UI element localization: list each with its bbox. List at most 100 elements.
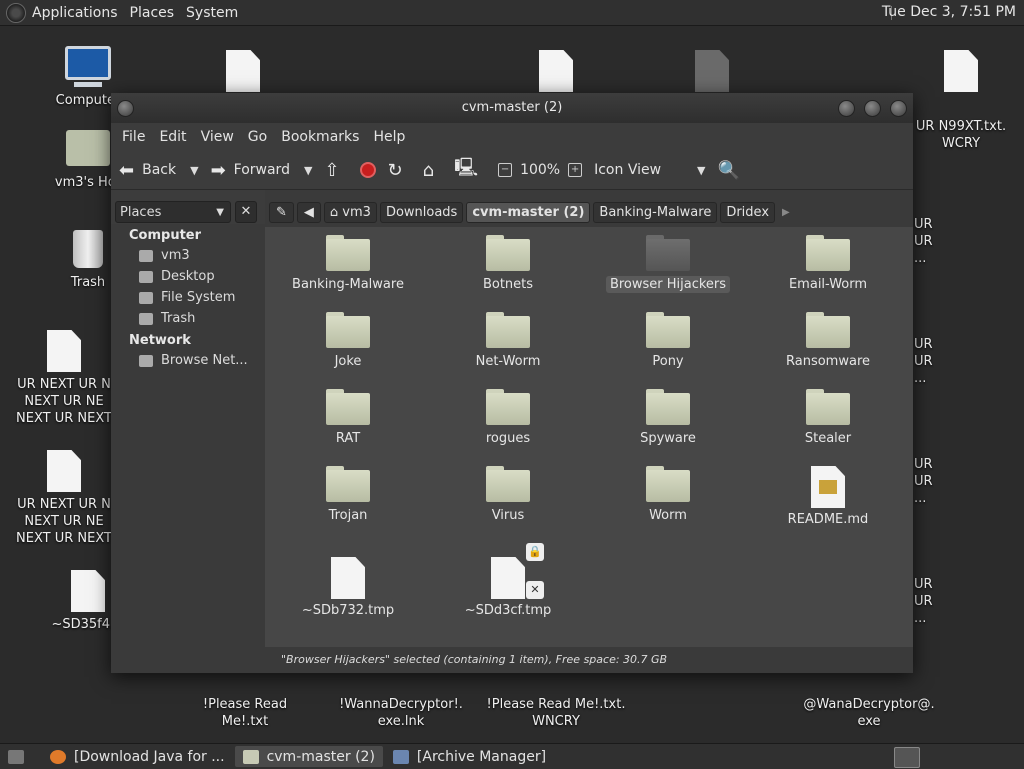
menu-help[interactable]: Help xyxy=(366,129,412,145)
menu-system[interactable]: System xyxy=(180,5,244,21)
breadcrumb-cvm-master[interactable]: cvm-master (2) xyxy=(466,201,591,223)
file-item-virus[interactable]: Virus xyxy=(433,466,583,523)
file-item-stealer[interactable]: Stealer xyxy=(753,389,903,446)
sidebar-item-trash[interactable]: Trash xyxy=(117,308,261,329)
desktop-note-2[interactable]: UR NEXT UR N NEXT UR NE NEXT UR NEXT xyxy=(14,450,114,547)
firefox-icon xyxy=(50,749,66,764)
taskbar-item-archive-manager[interactable]: [Archive Manager] xyxy=(385,746,554,767)
network-icon xyxy=(139,354,153,367)
desktop-right-file[interactable]: UR N99XT.txt. WCRY xyxy=(906,50,1016,152)
menu-edit[interactable]: Edit xyxy=(152,129,193,145)
minimize-button[interactable] xyxy=(838,100,855,117)
taskbar-item-file-manager[interactable]: cvm-master (2) xyxy=(234,746,383,767)
menu-places[interactable]: Places xyxy=(124,5,181,21)
sidebar-item-desktop[interactable]: Desktop xyxy=(117,266,261,287)
wannadecryptor-lnk-line-1: !WannaDecryptor!. xyxy=(339,697,463,712)
menu-file[interactable]: File xyxy=(115,129,152,145)
desktop-right-ur-1[interactable]: UR UR ... xyxy=(914,216,933,267)
toolbar: ⬅ Back ▼ ➡ Forward ▼ ⇧ ↻ ⌂ 🖳 − 100% + Ic… xyxy=(111,151,913,190)
breadcrumb-dridex[interactable]: Dridex xyxy=(720,201,776,223)
back-button[interactable]: ⬅ Back ▼ xyxy=(119,160,199,181)
up-button[interactable]: ⇧ xyxy=(324,160,347,181)
edit-location-button[interactable]: ✎ xyxy=(269,201,294,223)
breadcrumb-banking-malware[interactable]: Banking-Malware xyxy=(593,201,718,223)
file-item-joke[interactable]: Joke xyxy=(273,312,423,369)
file-item-email-worm[interactable]: Email-Worm xyxy=(753,235,903,292)
workspace-switcher[interactable] xyxy=(894,747,920,768)
view-mode-select[interactable]: Icon View ▼ xyxy=(594,162,705,178)
file-item-trojan[interactable]: Trojan xyxy=(273,466,423,523)
menu-go[interactable]: Go xyxy=(241,129,274,145)
file-item-readme-md[interactable]: README.md xyxy=(753,466,903,527)
file-item-banking-malware[interactable]: Banking-Malware xyxy=(273,235,423,292)
file-icon-view[interactable]: Banking-Malware Botnets Browser Hijackers E… xyxy=(265,227,913,647)
breadcrumb-scroll-right-icon[interactable]: ▶ xyxy=(782,207,790,218)
home-button[interactable]: ⌂ xyxy=(423,160,442,181)
menu-applications[interactable]: Applications xyxy=(26,5,124,21)
wannadecryptor-lnk-line-2: exe.lnk xyxy=(377,714,425,729)
sidebar-item-vm3[interactable]: vm3 xyxy=(117,245,261,266)
file-item-net-worm[interactable]: Net-Worm xyxy=(433,312,583,369)
forward-history-dropdown-icon[interactable]: ▼ xyxy=(304,164,312,177)
sidebar-item-browse-network[interactable]: Browse Net... xyxy=(117,350,261,371)
reload-button[interactable]: ↻ xyxy=(388,160,411,181)
file-item-label: Pony xyxy=(652,354,684,369)
folder-icon xyxy=(326,389,370,425)
file-item-sdd3cf-tmp[interactable]: 🔒 ✕ ~SDd3cf.tmp xyxy=(433,543,583,618)
breadcrumb-scroll-left-button[interactable]: ◀ xyxy=(296,201,321,223)
right-file-line-2: WCRY xyxy=(941,136,981,151)
file-item-worm[interactable]: Worm xyxy=(593,466,743,523)
desktop-right-ur-3[interactable]: UR UR ... xyxy=(914,456,933,507)
file-item-botnets[interactable]: Botnets xyxy=(433,235,583,292)
desktop-file-top-1[interactable] xyxy=(226,50,260,92)
menu-view[interactable]: View xyxy=(194,129,241,145)
note-1-line-1: UR NEXT UR N xyxy=(17,377,111,392)
zoom-in-icon[interactable]: + xyxy=(568,163,583,177)
window-titlebar[interactable]: cvm-master (2) xyxy=(111,93,913,123)
back-history-dropdown-icon[interactable]: ▼ xyxy=(190,164,198,177)
folder-icon xyxy=(806,312,850,348)
folder-icon xyxy=(326,235,370,271)
file-item-browser-hijackers[interactable]: Browser Hijackers xyxy=(593,235,743,293)
forward-button[interactable]: ➡ Forward ▼ xyxy=(211,160,313,181)
folder-icon xyxy=(486,235,530,271)
computer-button[interactable]: 🖳 xyxy=(454,155,486,185)
folder-icon xyxy=(646,312,690,348)
sidebar-close-button[interactable]: ✕ xyxy=(235,201,257,223)
file-item-sdb732-tmp[interactable]: ~SDb732.tmp xyxy=(273,557,423,618)
desktop-right-ur-4[interactable]: UR UR ... xyxy=(914,576,933,627)
clock[interactable]: Tue Dec 3, 7:51 PM xyxy=(882,4,1016,20)
breadcrumb-downloads[interactable]: Downloads xyxy=(379,201,464,223)
desktop-wannadecryptor-lnk[interactable]: !WannaDecryptor!. exe.lnk xyxy=(336,696,466,730)
file-item-rat[interactable]: RAT xyxy=(273,389,423,446)
desktop-file-top-2[interactable] xyxy=(539,50,573,92)
window-menu-icon[interactable] xyxy=(117,100,134,117)
computer-icon: 🖳 xyxy=(454,157,479,178)
show-desktop-button[interactable] xyxy=(0,746,40,767)
taskbar-item-browser[interactable]: [Download Java for ... xyxy=(42,746,233,767)
desktop-note-1[interactable]: UR NEXT UR N NEXT UR NE NEXT UR NEXT xyxy=(14,330,114,427)
file-item-ransomware[interactable]: Ransomware xyxy=(753,312,903,369)
desktop-please-read-2[interactable]: !Please Read Me!.txt. WNCRY xyxy=(486,696,626,730)
sidebar-item-file-system[interactable]: File System xyxy=(117,287,261,308)
search-icon: 🔍 xyxy=(717,159,740,181)
stop-button[interactable] xyxy=(359,162,376,178)
distro-logo-icon[interactable] xyxy=(6,2,26,23)
breadcrumb-vm3[interactable]: ⌂ vm3 xyxy=(323,201,377,223)
desktop-please-read-1[interactable]: !Please Read Me!.txt xyxy=(180,696,310,730)
top-panel: Applications Places System Tue Dec 3, 7:… xyxy=(0,0,1024,26)
desktop-file-top-3[interactable] xyxy=(695,50,729,92)
file-item-rogues[interactable]: rogues xyxy=(433,389,583,446)
maximize-button[interactable] xyxy=(864,100,881,117)
file-item-pony[interactable]: Pony xyxy=(593,312,743,369)
desktop-right-ur-2[interactable]: UR UR ... xyxy=(914,336,933,387)
please-read-2-line-1: !Please Read Me!.txt. xyxy=(486,697,626,712)
zoom-out-icon[interactable]: − xyxy=(498,163,513,177)
search-button[interactable]: 🔍 xyxy=(718,160,748,181)
file-item-spyware[interactable]: Spyware xyxy=(593,389,743,446)
close-button[interactable] xyxy=(890,100,907,117)
desktop-wanadecryptor-exe[interactable]: @WanaDecryptor@. exe xyxy=(800,696,938,730)
sidebar-places-select[interactable]: Places ▼ xyxy=(115,201,231,223)
lock-icon: 🔒 xyxy=(526,543,544,561)
menu-bookmarks[interactable]: Bookmarks xyxy=(274,129,366,145)
